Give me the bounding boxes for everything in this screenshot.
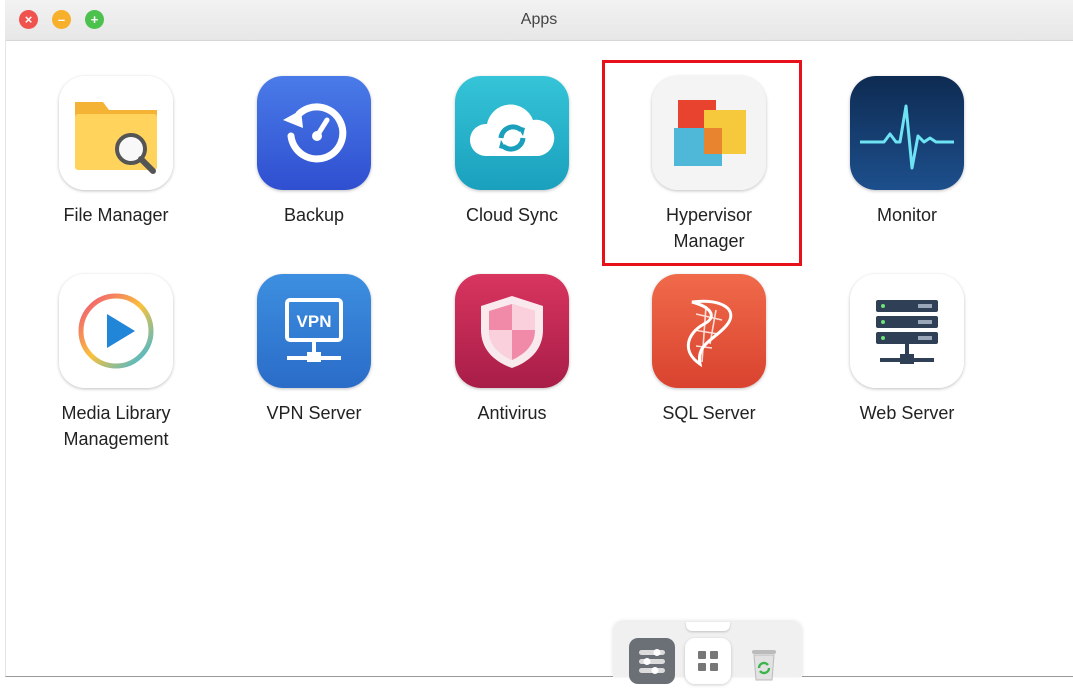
recycle-bin-icon[interactable]	[741, 638, 787, 684]
backup-clock-icon	[257, 76, 371, 190]
app-label: Media Library Management	[61, 403, 171, 449]
app-backup[interactable]: Backup	[244, 76, 384, 228]
window-title: Apps	[520, 11, 558, 28]
web-server-icon	[850, 274, 964, 388]
app-label: Hypervisor Manager	[665, 205, 753, 251]
app-web-server[interactable]: Web Server	[837, 274, 977, 426]
app-hypervisor-manager[interactable]: Hypervisor Manager	[639, 76, 779, 254]
app-label: Backup	[283, 205, 345, 225]
heartbeat-monitor-icon	[850, 76, 964, 190]
vpn-icon: VPN	[257, 274, 371, 388]
shield-icon	[455, 274, 569, 388]
app-antivirus[interactable]: Antivirus	[442, 274, 582, 426]
cloud-sync-icon	[455, 76, 569, 190]
app-label: SQL Server	[662, 403, 756, 423]
window-titlebar: × – + Apps	[5, 0, 1073, 41]
app-vpn-server[interactable]: VPN VPN Server	[244, 274, 384, 426]
app-sql-server[interactable]: SQL Server	[639, 274, 779, 426]
hypervisor-windows-icon	[652, 76, 766, 190]
app-label: VPN Server	[266, 403, 362, 423]
app-label: Monitor	[876, 205, 938, 225]
app-file-manager[interactable]: File Manager	[46, 76, 186, 228]
sql-server-icon	[652, 274, 766, 388]
app-media-library-management[interactable]: Media Library Management	[46, 274, 186, 452]
media-play-icon	[59, 274, 173, 388]
svg-text:VPN: VPN	[297, 312, 332, 331]
app-label: Web Server	[859, 403, 955, 423]
apps-grid-icon[interactable]	[685, 638, 731, 684]
app-label: Cloud Sync	[465, 205, 559, 225]
dock	[613, 622, 802, 684]
control-panel-icon[interactable]	[629, 638, 675, 684]
app-label: Antivirus	[477, 403, 547, 423]
dock-active-indicator	[686, 622, 730, 631]
app-cloud-sync[interactable]: Cloud Sync	[442, 76, 582, 228]
app-monitor[interactable]: Monitor	[837, 76, 977, 228]
app-label: File Manager	[63, 205, 169, 225]
folder-search-icon	[59, 76, 173, 190]
